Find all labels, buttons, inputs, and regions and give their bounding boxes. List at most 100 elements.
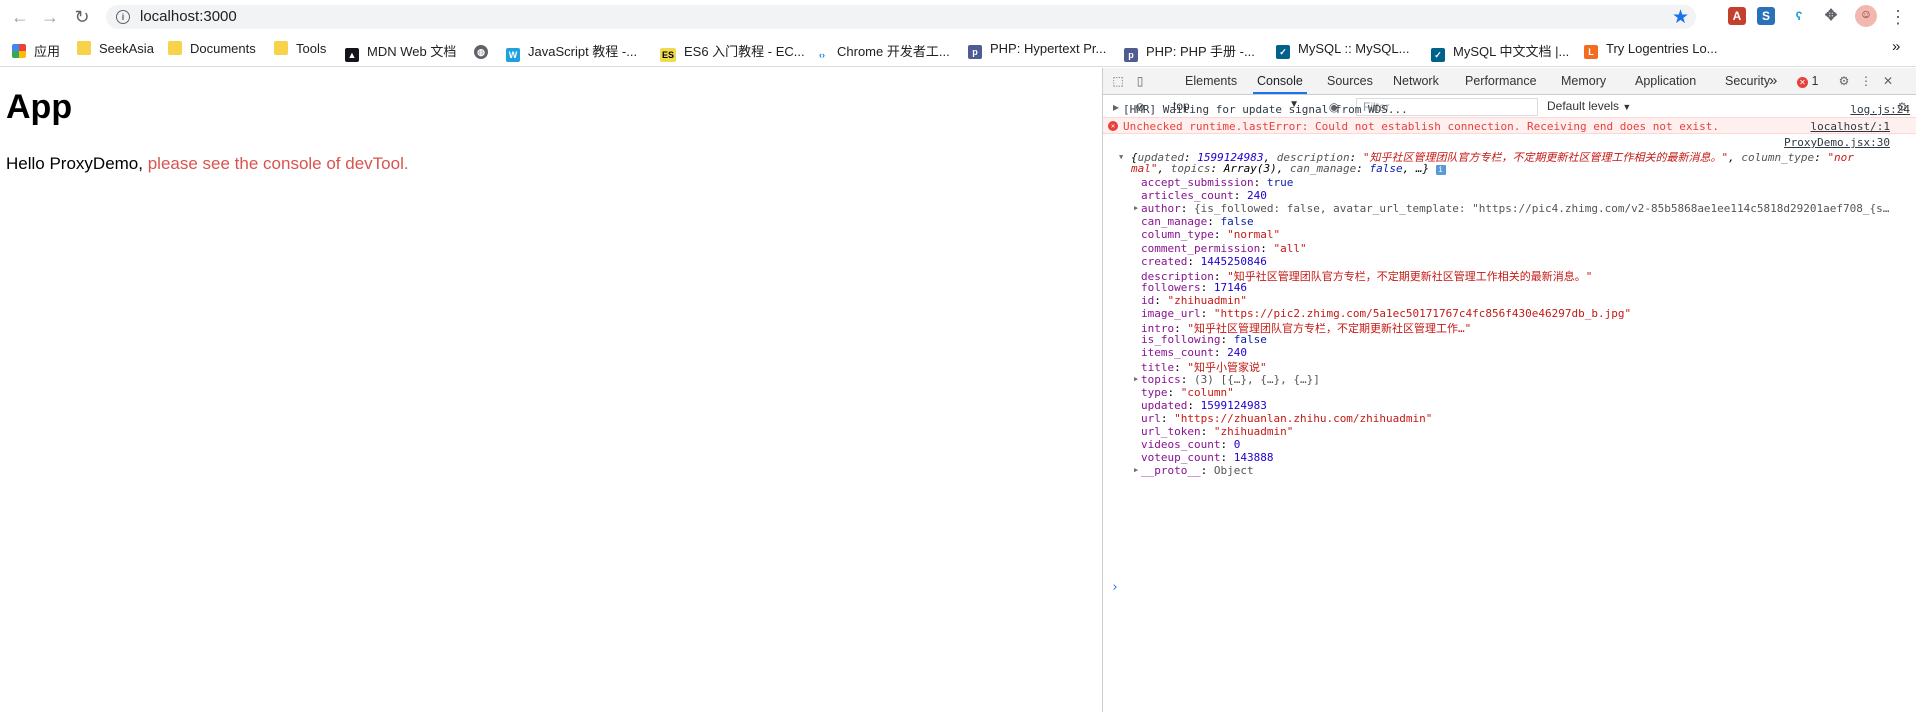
close-icon[interactable]: ✕	[1881, 74, 1895, 88]
apps-grid-icon	[12, 44, 26, 58]
key-separator: :	[1220, 438, 1234, 451]
property-key: topics	[1141, 372, 1181, 386]
bookmark-label: MySQL :: MySQL...	[1298, 41, 1410, 56]
property-value: "https://zhuanlan.zhihu.com/zhihuadmin"	[1174, 411, 1433, 425]
key-separator: :	[1167, 385, 1181, 399]
key-separator: :	[1200, 307, 1214, 320]
bookmark-apps[interactable]: 应用	[12, 41, 60, 59]
log-source-link[interactable]: ProxyDemo.jsx:30	[1784, 136, 1890, 149]
property-row: voteup_count: 143888	[1141, 451, 1273, 464]
reload-icon[interactable]: ↻	[70, 6, 94, 28]
forward-arrow-icon[interactable]: →	[38, 6, 62, 28]
bookmark-tools[interactable]: Tools	[274, 41, 326, 59]
property-row[interactable]: ▶ __proto__: Object	[1134, 464, 1254, 477]
property-key: articles_count	[1141, 189, 1234, 203]
bookmark-label: SeekAsia	[99, 41, 154, 56]
extensions-puzzle-icon[interactable]: ✥	[1822, 7, 1840, 25]
console-prompt[interactable]: ›	[1111, 580, 1119, 595]
collapsed-triangle-icon[interactable]: ▶	[1134, 204, 1138, 212]
property-value: {is_followed: false, avatar_url_template…	[1194, 202, 1890, 216]
property-key: followers	[1141, 280, 1201, 294]
address-bar[interactable]: i localhost:3000 ★	[106, 5, 1696, 29]
key-separator: :	[1207, 215, 1221, 229]
tab-console[interactable]: Console	[1253, 68, 1307, 94]
tab-sources[interactable]: Sources	[1327, 68, 1373, 94]
url-text[interactable]: localhost:3000	[140, 8, 237, 25]
swirl-extension-icon[interactable]: ʕ	[1790, 7, 1808, 25]
bookmark-mysql[interactable]: ✓ MySQL :: MySQL...	[1276, 41, 1409, 59]
property-row: items_count: 240	[1141, 346, 1247, 359]
property-key: is_following	[1141, 333, 1221, 347]
key-separator: :	[1200, 280, 1214, 294]
profile-avatar[interactable]: ☺	[1855, 5, 1877, 27]
bookmark-php-hypertext[interactable]: p PHP: Hypertext Pr...	[968, 41, 1106, 59]
property-value: 1599124983	[1200, 398, 1267, 412]
bookmark-mysql-cn[interactable]: ✓ MySQL 中文文档 |...	[1431, 41, 1569, 62]
object-summary-line-2: mal", topics: Array(3), can_manage: fals…	[1131, 162, 1446, 175]
bookmark-label: PHP: PHP 手册 -...	[1146, 44, 1255, 59]
preview-value: Array(3)	[1223, 162, 1277, 175]
bookmark-es6[interactable]: ES ES6 入门教程 - EC...	[660, 41, 805, 62]
s-extension-icon[interactable]: S	[1757, 7, 1775, 25]
property-value: "normal"	[1227, 228, 1281, 242]
property-row: comment_permission: "all"	[1141, 242, 1307, 255]
devtools-menu-icon[interactable]: ⋮	[1859, 74, 1873, 88]
bookmark-star-icon[interactable]: ★	[1672, 6, 1689, 29]
error-counter[interactable]: ✕ 1	[1797, 68, 1818, 94]
preview-value: "nor	[1827, 151, 1854, 164]
device-toolbar-icon[interactable]: ▯	[1133, 74, 1147, 88]
tab-network[interactable]: Network	[1393, 68, 1439, 94]
bookmark-logentries[interactable]: L Try Logentries Lo...	[1584, 41, 1718, 59]
settings-gear-icon[interactable]: ⚙	[1837, 74, 1851, 88]
devtools-panel: ⬚ ▯ Elements Console Sources Network Per…	[1102, 68, 1916, 712]
tab-memory[interactable]: Memory	[1561, 68, 1606, 94]
bookmark-chrome-devtools[interactable]: ‹› Chrome 开发者工...	[815, 41, 950, 62]
more-tabs-button[interactable]: »	[1769, 68, 1777, 94]
tab-security[interactable]: Security	[1725, 68, 1770, 94]
bookmark-javascript[interactable]: W JavaScript 教程 -...	[506, 41, 637, 62]
angular-extension-icon[interactable]: A	[1728, 7, 1746, 25]
bookmark-php-manual[interactable]: p PHP: PHP 手册 -...	[1124, 41, 1255, 62]
key-separator: :	[1220, 451, 1234, 465]
mysql-icon: ✓	[1276, 45, 1290, 59]
tab-performance[interactable]: Performance	[1465, 68, 1537, 94]
property-row[interactable]: ▶ author: {is_followed: false, avatar_url…	[1134, 202, 1890, 216]
bookmark-label: ES6 入门教程 - EC...	[684, 44, 805, 59]
key-separator: :	[1213, 228, 1228, 242]
property-key: voteup_count	[1141, 451, 1221, 465]
property-row: is_following: false	[1141, 333, 1267, 346]
preview-key: can_manage	[1289, 162, 1357, 175]
property-value: "知乎社区管理团队官方专栏，不定期更新社区管理工作相关的最新消息。"	[1227, 269, 1593, 283]
tab-elements[interactable]: Elements	[1185, 68, 1237, 94]
property-row[interactable]: ▶ topics: (3) [{…}, {…}, {…}]	[1134, 372, 1320, 386]
property-row: id: "zhihuadmin"	[1141, 294, 1247, 307]
property-row: articles_count: 240	[1141, 189, 1267, 202]
property-value: 1445250846	[1200, 254, 1267, 268]
bookmarks-more-button[interactable]: »	[1892, 38, 1900, 56]
info-icon[interactable]: i	[116, 10, 130, 24]
bookmark-globe[interactable]: ◍	[474, 41, 496, 59]
console-message-hmr: [HMR] Waiting for update signal from WDS…	[1103, 103, 1916, 117]
menu-dots-icon[interactable]: ⋮	[1886, 6, 1910, 28]
log-source-link[interactable]: localhost/:1	[1811, 118, 1890, 135]
log-source-link[interactable]: log.js:24	[1850, 103, 1910, 116]
greeting-text: Hello ProxyDemo, please see the console …	[6, 154, 409, 174]
php-icon: p	[968, 45, 982, 59]
bookmark-mdn[interactable]: ▲ MDN Web 文档	[345, 41, 456, 62]
key-separator: :	[1187, 398, 1201, 412]
bookmark-seekasia[interactable]: SeekAsia	[77, 41, 154, 59]
back-arrow-icon[interactable]: ←	[8, 6, 32, 28]
bookmark-label: Tools	[296, 41, 327, 56]
info-badge-icon[interactable]: i	[1435, 165, 1446, 175]
collapsed-triangle-icon[interactable]: ▶	[1134, 466, 1138, 474]
mdn-icon: ▲	[345, 48, 359, 62]
tab-application[interactable]: Application	[1635, 68, 1696, 94]
property-row: image_url: "https://pic2.zhimg.com/5a1ec…	[1141, 307, 1631, 320]
collapsed-triangle-icon[interactable]: ▶	[1134, 375, 1138, 383]
expanded-triangle-icon[interactable]: ▼	[1119, 153, 1123, 161]
property-row: accept_submission: true	[1141, 176, 1293, 189]
bookmark-documents[interactable]: Documents	[168, 41, 256, 59]
property-key: id	[1141, 293, 1155, 307]
folder-icon	[77, 41, 91, 55]
inspect-element-icon[interactable]: ⬚	[1111, 74, 1125, 88]
